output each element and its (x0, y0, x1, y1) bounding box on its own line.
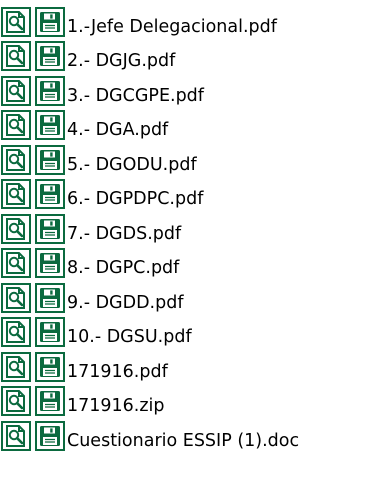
file-name-link[interactable]: 10.- DGSU.pdf (67, 327, 192, 347)
file-name-link[interactable]: 4.- DGA.pdf (67, 120, 168, 140)
magnifier-document-icon[interactable] (1, 75, 31, 106)
file-name-link[interactable]: Cuestionario ESSIP (1).doc (67, 431, 299, 451)
file-row: 10.- DGSU.pdf (1, 313, 383, 347)
magnifier-document-icon[interactable] (1, 179, 31, 209)
floppy-disk-icon[interactable] (35, 179, 65, 209)
floppy-disk-icon[interactable] (35, 317, 65, 347)
floppy-disk-icon[interactable] (35, 386, 65, 416)
floppy-disk-icon[interactable] (35, 282, 65, 313)
magnifier-document-icon[interactable] (1, 282, 31, 313)
floppy-disk-icon[interactable] (35, 75, 65, 106)
file-name-link[interactable]: 3.- DGCGPE.pdf (67, 86, 204, 106)
file-row: 9.- DGDD.pdf (1, 278, 383, 313)
magnifier-document-icon[interactable] (1, 6, 31, 37)
magnifier-document-icon[interactable] (1, 351, 31, 382)
floppy-disk-icon[interactable] (35, 420, 65, 451)
file-name-link[interactable]: 2.- DGJG.pdf (67, 51, 175, 71)
magnifier-document-icon[interactable] (1, 420, 31, 451)
floppy-disk-icon[interactable] (35, 248, 65, 278)
floppy-disk-icon[interactable] (35, 6, 65, 37)
file-list: 1.-Jefe Delegacional.pdf 2.- DGJG.pdf 3.… (1, 2, 383, 451)
magnifier-document-icon[interactable] (1, 41, 31, 71)
file-row: 4.- DGA.pdf (1, 106, 383, 140)
floppy-disk-icon[interactable] (35, 213, 65, 244)
file-row: 5.- DGODU.pdf (1, 140, 383, 175)
magnifier-document-icon[interactable] (1, 248, 31, 278)
file-row: 6.- DGPDPC.pdf (1, 175, 383, 209)
floppy-disk-icon[interactable] (35, 41, 65, 71)
floppy-disk-icon[interactable] (35, 110, 65, 140)
file-row: 2.- DGJG.pdf (1, 37, 383, 71)
file-row: 3.- DGCGPE.pdf (1, 71, 383, 106)
magnifier-document-icon[interactable] (1, 213, 31, 244)
file-name-link[interactable]: 7.- DGDS.pdf (67, 224, 181, 244)
file-name-link[interactable]: 6.- DGPDPC.pdf (67, 189, 203, 209)
floppy-disk-icon[interactable] (35, 351, 65, 382)
floppy-disk-icon[interactable] (35, 144, 65, 175)
magnifier-document-icon[interactable] (1, 386, 31, 416)
file-row: Cuestionario ESSIP (1).doc (1, 416, 383, 451)
file-name-link[interactable]: 171916.zip (67, 396, 165, 416)
file-row: 171916.zip (1, 382, 383, 416)
magnifier-document-icon[interactable] (1, 317, 31, 347)
file-row: 8.- DGPC.pdf (1, 244, 383, 278)
magnifier-document-icon[interactable] (1, 110, 31, 140)
file-name-link[interactable]: 171916.pdf (67, 362, 168, 382)
file-row: 7.- DGDS.pdf (1, 209, 383, 244)
file-name-link[interactable]: 9.- DGDD.pdf (67, 293, 184, 313)
file-row: 1.-Jefe Delegacional.pdf (1, 2, 383, 37)
file-row: 171916.pdf (1, 347, 383, 382)
file-name-link[interactable]: 1.-Jefe Delegacional.pdf (67, 17, 277, 37)
file-name-link[interactable]: 8.- DGPC.pdf (67, 258, 179, 278)
file-name-link[interactable]: 5.- DGODU.pdf (67, 155, 197, 175)
magnifier-document-icon[interactable] (1, 144, 31, 175)
